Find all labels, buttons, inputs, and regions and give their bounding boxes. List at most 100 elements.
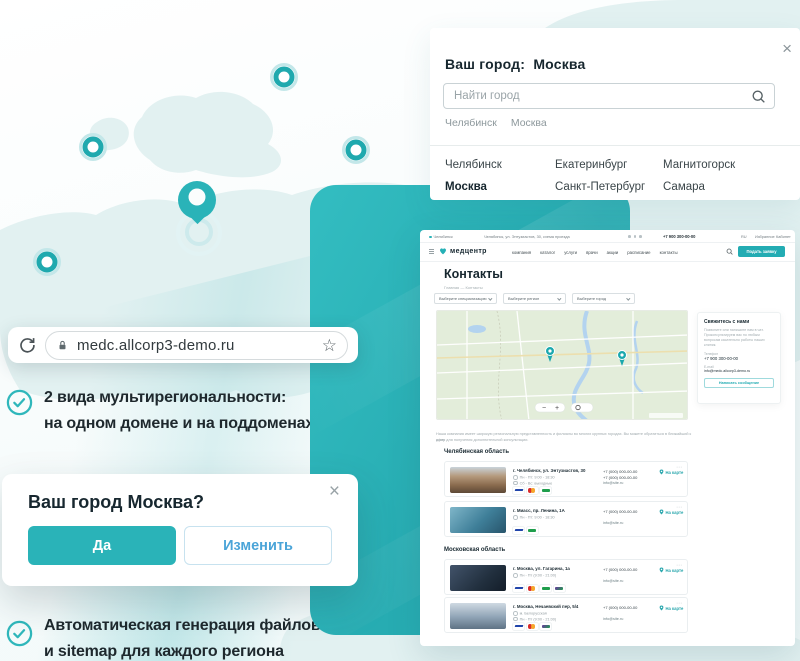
- site-account-link[interactable]: Кабинет: [776, 234, 791, 239]
- nav-item[interactable]: врачи: [586, 250, 598, 255]
- nav-item[interactable]: компания: [512, 250, 531, 255]
- change-city-button[interactable]: Изменить: [184, 526, 332, 565]
- clinic-phone[interactable]: +7 (000) 000-00-00: [603, 475, 637, 480]
- more-icon[interactable]: ⋯: [676, 563, 682, 569]
- chevron-down-icon: [558, 296, 562, 300]
- clinic-card[interactable]: г. Челябинск, ул. Энтузиастов, 30 Пн - П…: [444, 461, 688, 497]
- clinic-phone[interactable]: +7 (000) 000-00-00: [603, 605, 637, 610]
- mir-icon: [540, 585, 551, 592]
- breadcrumb[interactable]: Главная — Контакты: [444, 285, 483, 290]
- city-option[interactable]: Челябинск: [445, 159, 502, 171]
- visa-icon: [513, 527, 524, 534]
- specialization-select[interactable]: Выберите специализацию: [434, 293, 497, 304]
- map-zoom-control[interactable]: − +: [535, 403, 565, 412]
- region-select[interactable]: Выберите регион: [503, 293, 566, 304]
- nav-item[interactable]: каталог: [540, 250, 555, 255]
- clinic-phone[interactable]: +7 (000) 000-00-00: [603, 509, 637, 514]
- site-cta-button[interactable]: Подать заявку: [738, 246, 785, 257]
- city-select[interactable]: Выберите город: [572, 293, 635, 304]
- nav-item[interactable]: контакты: [660, 250, 678, 255]
- clinic-email[interactable]: info@site.ru: [603, 617, 623, 621]
- map-note: офис для получения дополнительной консул…: [436, 437, 694, 443]
- divider: [420, 261, 795, 262]
- visa-icon: [513, 487, 524, 494]
- search-icon[interactable]: [726, 248, 733, 255]
- close-icon[interactable]: ×: [329, 482, 340, 501]
- site-city-selector[interactable]: Челябинск: [429, 234, 453, 239]
- more-icon[interactable]: ⋯: [676, 465, 682, 471]
- contact-email[interactable]: info@medc.allcorp3-demo.ru: [704, 369, 774, 373]
- city-option-selected[interactable]: Москва: [445, 181, 487, 193]
- site-nav: компания каталог услуги врачи акции расп…: [512, 250, 724, 255]
- clinic-address: г. Москва, Нечаевский пер, 5/4: [513, 604, 578, 609]
- close-icon[interactable]: ×: [782, 40, 792, 57]
- payment-icons: [513, 527, 538, 534]
- url-text[interactable]: medc.allcorp3-demo.ru: [77, 337, 322, 354]
- clinic-email[interactable]: info@site.ru: [603, 579, 623, 583]
- payment-icons: [513, 623, 551, 630]
- clinic-card[interactable]: г. Миасс, пр. Ленина, 1А Пн - Пт: 9:00 -…: [444, 501, 688, 537]
- search-icon[interactable]: [751, 89, 766, 104]
- zoom-in-button: +: [555, 405, 559, 412]
- clinic-email[interactable]: info@site.ru: [603, 521, 623, 525]
- clinic-address: г. Миасс, пр. Ленина, 1А: [513, 508, 565, 513]
- nav-item[interactable]: акции: [607, 250, 619, 255]
- more-icon[interactable]: ⋯: [676, 505, 682, 511]
- recent-city-tag[interactable]: Челябинск: [445, 117, 497, 129]
- city-panel-title-label: Ваш город:: [445, 56, 525, 72]
- site-phone[interactable]: +7 900 300-00-00: [663, 234, 695, 239]
- region-heading: Челябинская область: [444, 449, 509, 455]
- contact-phone[interactable]: +7 900 300-00-00: [704, 356, 774, 361]
- nav-item[interactable]: расписание: [627, 250, 650, 255]
- clinic-card[interactable]: г. Москва, Нечаевский пер, 5/4 м. Белору…: [444, 597, 688, 633]
- clinic-photo: [450, 467, 506, 493]
- city-option[interactable]: Екатеринбург: [555, 159, 627, 171]
- city-option[interactable]: Санкт-Петербург: [555, 181, 645, 193]
- payment-icons: [513, 487, 551, 494]
- menu-icon[interactable]: [429, 249, 434, 250]
- clinic-schedule: Пн - Пт (9:00 - 21:00): [513, 617, 556, 622]
- mastercard-icon: [527, 585, 538, 592]
- city-selector-panel: × Ваш город: Москва Челябинск Москва Чел…: [430, 28, 800, 200]
- clinic-photo: [450, 507, 506, 533]
- write-message-button[interactable]: Написать сообщение: [704, 378, 774, 388]
- social-icons[interactable]: [628, 235, 642, 238]
- phone-label: Телефон: [704, 352, 774, 356]
- clinic-email[interactable]: info@site.ru: [603, 481, 623, 485]
- city-option[interactable]: Магнитогорск: [663, 159, 735, 171]
- nav-item[interactable]: услуги: [564, 250, 577, 255]
- city-option[interactable]: Самара: [663, 181, 705, 193]
- city-panel-title: Ваш город: Москва: [445, 56, 586, 72]
- divider: [430, 145, 800, 146]
- more-icon[interactable]: ⋯: [676, 601, 682, 607]
- url-field[interactable]: medc.allcorp3-demo.ru ☆: [45, 331, 348, 360]
- clinic-schedule: Сб - Вс: выходные: [513, 481, 552, 486]
- lock-icon: [56, 338, 69, 353]
- chevron-down-icon: [627, 296, 631, 300]
- region-heading: Московская область: [444, 547, 505, 553]
- contact-card-title: Свяжитесь с нами: [704, 319, 774, 325]
- site-lang-link[interactable]: RU: [741, 234, 747, 239]
- clinics-map[interactable]: − +: [436, 310, 688, 420]
- check-circle-icon: [6, 620, 33, 647]
- page-title: Контакты: [444, 267, 503, 281]
- site-favorites-link[interactable]: Избранное: [755, 234, 775, 239]
- site-logo[interactable]: медцентр: [450, 248, 487, 255]
- clinic-phone[interactable]: +7 (000) 000-00-00: [603, 567, 637, 572]
- map-layers-control[interactable]: [571, 403, 593, 412]
- logo-heart-icon: [438, 246, 448, 256]
- browser-address-bar: medc.allcorp3-demo.ru ☆: [8, 327, 358, 363]
- clinic-phone[interactable]: +7 (000) 000-00-00: [603, 469, 637, 474]
- bookmark-star-icon[interactable]: ☆: [322, 337, 337, 354]
- clinic-schedule: Пн - Пт: 9:00 - 18:30: [513, 515, 555, 520]
- city-search-input[interactable]: [452, 89, 751, 103]
- reload-icon[interactable]: [18, 336, 36, 354]
- clinic-card[interactable]: г. Москва, ул. Гагарина, 1а Пн - Пт (9:0…: [444, 559, 688, 595]
- payment-icons: [513, 585, 565, 592]
- confirm-yes-button[interactable]: Да: [28, 526, 176, 565]
- pin-icon: [659, 605, 664, 611]
- recent-city-tag[interactable]: Москва: [511, 117, 547, 129]
- pin-icon: [659, 469, 664, 475]
- mir-icon: [527, 527, 538, 534]
- contact-filters: Выберите специализацию Выберите регион В…: [434, 293, 635, 304]
